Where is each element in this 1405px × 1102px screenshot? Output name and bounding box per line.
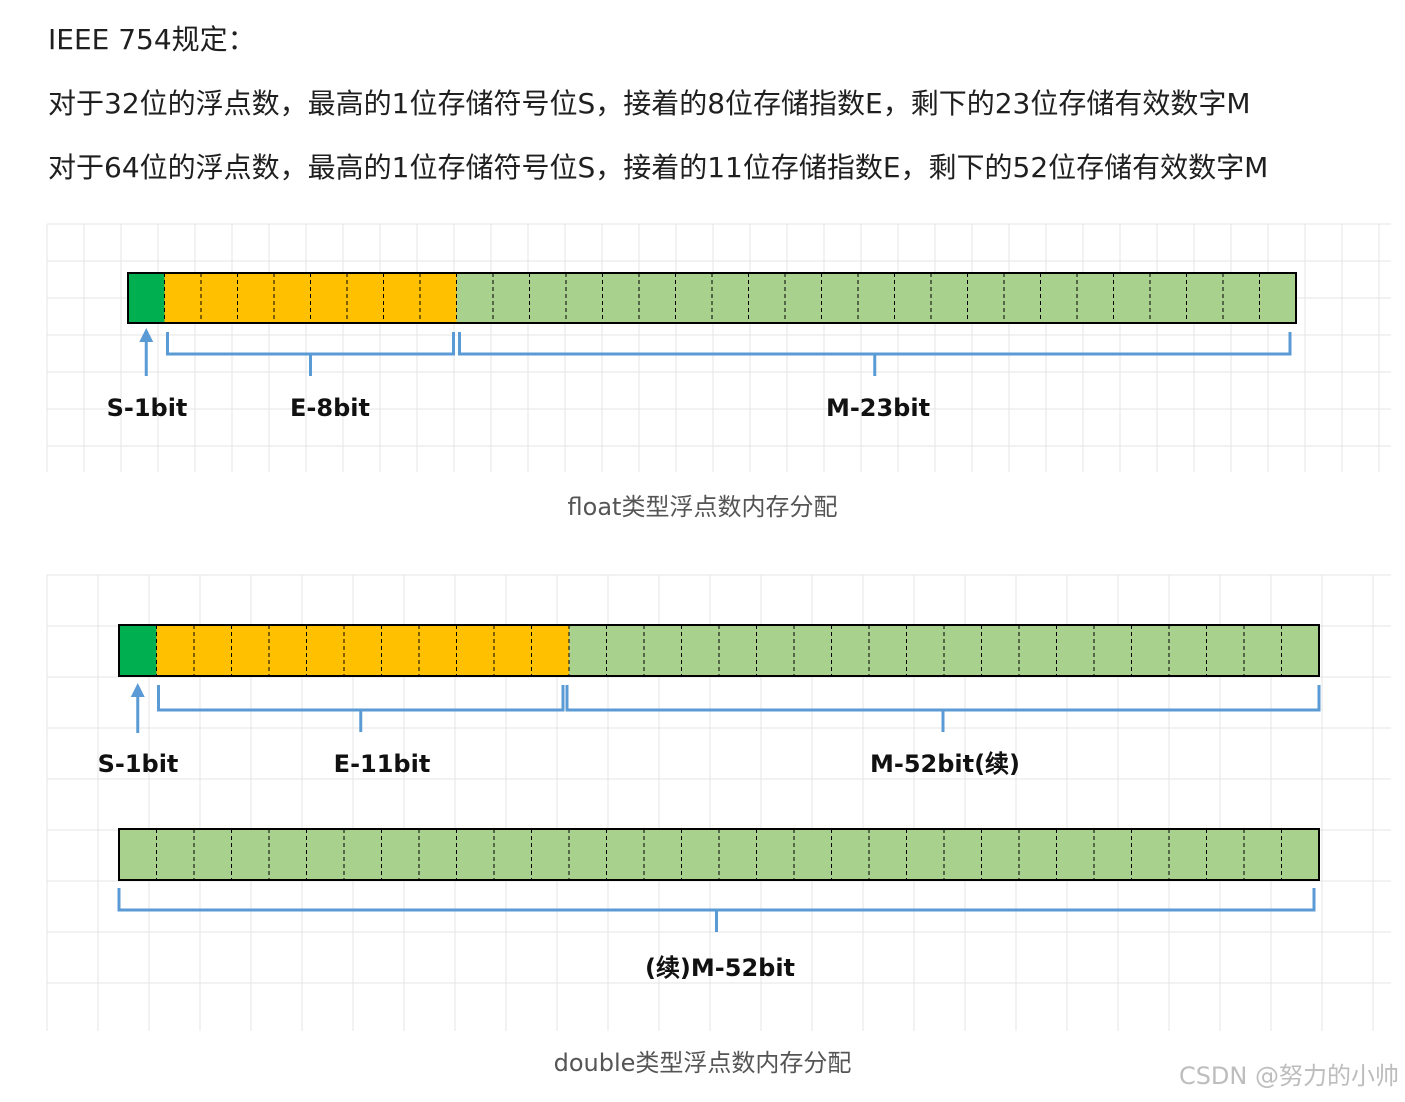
double-exponent-bracket <box>157 685 565 732</box>
double-continuation-label: (续)M-52bit <box>645 954 795 982</box>
sign-field <box>128 273 165 323</box>
float-bit-cells <box>127 272 1297 324</box>
double-exponent-label: E-11bit <box>334 750 431 778</box>
float-exponent-bracket <box>166 332 455 376</box>
double-sign-arrow-head <box>130 683 145 697</box>
double-bit-layout-diagram: S-1bit E-11bit M-52bit(续) (续)M-52bit <box>46 574 1391 1031</box>
watermark: CSDN @努力的小帅 <box>1178 1062 1399 1090</box>
double-sign-label: S-1bit <box>98 750 179 778</box>
double-annotations <box>117 683 1321 932</box>
float-grid-background <box>46 223 1391 472</box>
sign-field <box>119 625 157 676</box>
intro-line-64bit: 对于64位的浮点数，最高的1位存储符号位S，接着的11位存储指数E，剩下的52位… <box>48 151 1269 184</box>
float-sign-label: S-1bit <box>107 394 188 422</box>
float-mantissa-label: M-23bit <box>826 394 930 422</box>
float-bit-layout-diagram: S-1bit E-8bit M-23bit <box>46 223 1391 472</box>
double-mantissa-bracket <box>565 685 1321 732</box>
float-exponent-label: E-8bit <box>290 394 370 422</box>
mantissa-field <box>456 273 1296 323</box>
float-mantissa-bracket <box>458 332 1292 376</box>
double-continuation-bracket <box>117 888 1316 932</box>
intro-line-32bit: 对于32位的浮点数，最高的1位存储符号位S，接着的8位存储指数E，剩下的23位存… <box>48 87 1251 120</box>
double-mantissa-label: M-52bit(续) <box>870 750 1020 778</box>
exponent-field <box>156 625 569 676</box>
double-bit-cells <box>118 624 1320 881</box>
float-caption: float类型浮点数内存分配 <box>567 493 838 521</box>
intro-title: IEEE 754规定： <box>48 23 256 56</box>
